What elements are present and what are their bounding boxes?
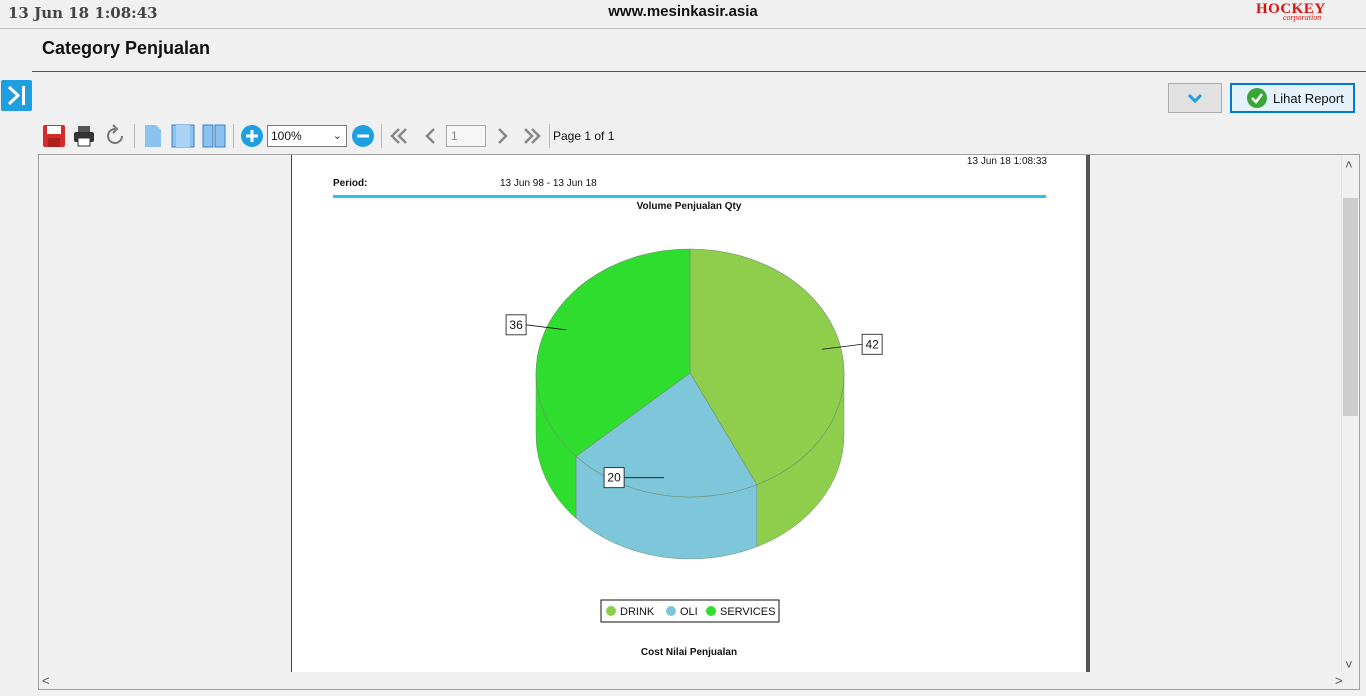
toolbar-separator xyxy=(134,124,135,148)
legend-label: SERVICES xyxy=(720,606,775,618)
report-viewer[interactable]: 13 Jun 18 1:08:33 Period: 13 Jun 98 - 13… xyxy=(38,154,1360,690)
options-dropdown-button[interactable] xyxy=(1168,83,1222,113)
check-circle-icon xyxy=(1247,88,1267,108)
toolbar-separator xyxy=(233,124,234,148)
legend-swatch xyxy=(706,606,716,616)
period-divider xyxy=(333,195,1046,198)
report-printed-time: 13 Jun 18 1:08:33 xyxy=(967,156,1048,167)
zoom-out-icon[interactable] xyxy=(351,124,375,148)
chart-title: Volume Penjualan Qty xyxy=(637,201,742,212)
lihat-report-label: Lihat Report xyxy=(1273,91,1344,106)
last-page-icon[interactable] xyxy=(520,124,544,148)
top-bar: 13 Jun 18 1:08:43 www.mesinkasir.asia HO… xyxy=(0,0,1366,29)
save-icon[interactable] xyxy=(42,124,66,148)
zoom-value: 100% xyxy=(271,129,302,143)
data-label: 20 xyxy=(607,471,621,485)
toolbar-separator xyxy=(549,124,550,148)
page-label: Page 1 of 1 xyxy=(553,129,615,143)
print-icon[interactable] xyxy=(72,124,96,148)
legend-swatch xyxy=(606,606,616,616)
chevron-down-icon: ⌄ xyxy=(332,130,342,142)
report-page: 13 Jun 18 1:08:33 Period: 13 Jun 98 - 13… xyxy=(291,155,1090,674)
legend-label: DRINK xyxy=(620,606,655,618)
sidebar-toggle-button[interactable] xyxy=(1,80,32,111)
vertical-scroll-thumb[interactable] xyxy=(1343,198,1358,416)
single-page-icon[interactable] xyxy=(141,124,165,148)
lihat-report-button[interactable]: Lihat Report xyxy=(1230,83,1355,113)
scroll-up-icon[interactable]: ˄ xyxy=(1345,158,1353,171)
legend-swatch xyxy=(666,606,676,616)
site-url: www.mesinkasir.asia xyxy=(608,3,758,20)
report-canvas: 13 Jun 18 1:08:33 Period: 13 Jun 98 - 13… xyxy=(333,156,1048,658)
next-page-icon[interactable] xyxy=(490,124,514,148)
page-title: Category Penjualan xyxy=(42,38,211,58)
page-number-value: 1 xyxy=(451,129,458,143)
period-label: Period: xyxy=(333,178,367,189)
next-section-title: Cost Nilai Penjualan xyxy=(641,647,737,658)
chart-legend: DRINK OLI SERVICES xyxy=(600,599,780,623)
title-divider xyxy=(32,71,1366,72)
period-value: 13 Jun 98 - 13 Jun 18 xyxy=(500,178,597,189)
scroll-left-icon[interactable]: ˂ xyxy=(42,674,50,687)
pie-chart: 42 20 36 xyxy=(505,248,883,560)
horizontal-scrollbar[interactable]: ˂ ˃ xyxy=(39,672,1359,689)
vertical-scrollbar[interactable]: ˄ ˅ xyxy=(1341,155,1359,674)
chevron-right-bar-icon xyxy=(7,85,25,106)
refresh-icon[interactable] xyxy=(103,124,127,148)
two-page-icon[interactable] xyxy=(202,124,226,148)
scroll-down-icon[interactable]: ˅ xyxy=(1345,658,1353,671)
chevron-down-icon xyxy=(1187,93,1203,104)
zoom-select[interactable]: 100% ⌄ xyxy=(267,125,347,147)
data-label: 42 xyxy=(865,337,879,351)
page-number-input[interactable]: 1 xyxy=(446,125,486,147)
prev-page-icon[interactable] xyxy=(419,124,443,148)
first-page-icon[interactable] xyxy=(387,124,411,148)
legend-label: OLI xyxy=(680,606,698,618)
toolbar-separator xyxy=(381,124,382,148)
zoom-in-icon[interactable] xyxy=(240,124,264,148)
fit-width-icon[interactable] xyxy=(171,124,195,148)
data-label: 36 xyxy=(509,318,523,332)
scroll-right-icon[interactable]: ˃ xyxy=(1335,674,1343,687)
brand-tagline: corporation xyxy=(1283,13,1322,22)
